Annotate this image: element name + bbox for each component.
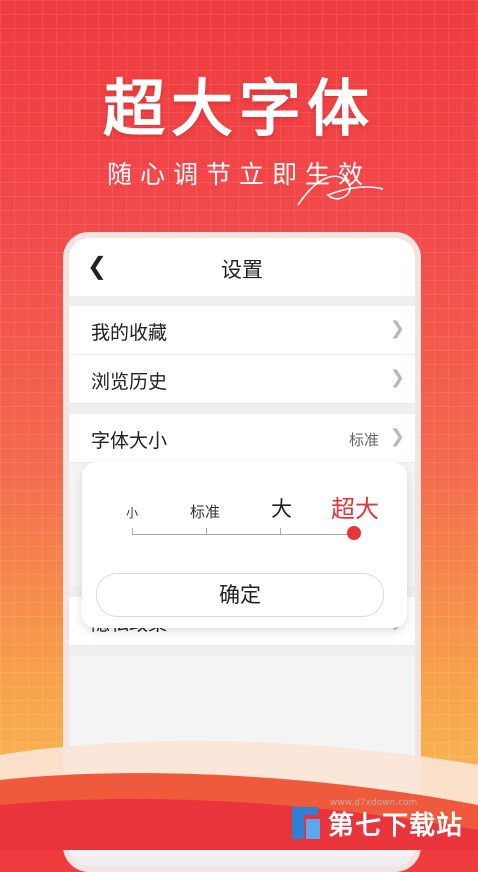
headline: 超大字体 <box>102 72 375 145</box>
slider-thumb[interactable] <box>347 526 361 540</box>
row-favorites[interactable]: 我的收藏 ❯ <box>69 306 415 355</box>
font-size-slider[interactable] <box>132 534 354 535</box>
row-label: 我的收藏 <box>91 322 168 344</box>
row-history[interactable]: 浏览历史 ❯ <box>69 355 415 404</box>
page-title: 设置 <box>221 258 263 282</box>
confirm-button[interactable]: 确定 <box>96 573 384 617</box>
watermark: www.d7xdown.com 第七下载站 <box>288 798 478 847</box>
chevron-right-icon: ❯ <box>389 318 405 339</box>
font-size-value: 标准 <box>348 431 379 449</box>
subline: 随心调节立即生效 <box>106 160 371 189</box>
slider-tick <box>280 528 281 534</box>
swash-decoration <box>297 175 384 206</box>
row-label: 浏览历史 <box>91 371 168 393</box>
slider-tick <box>132 528 133 534</box>
level-extra-large[interactable]: 超大 <box>331 489 379 524</box>
divider <box>69 646 415 656</box>
divider <box>69 296 415 306</box>
divider <box>69 404 415 414</box>
nav-bar: ❮ 设置 <box>69 238 415 296</box>
chevron-right-icon: ❯ <box>389 367 405 388</box>
chevron-right-icon: ❯ <box>389 426 405 447</box>
level-large[interactable]: 大 <box>271 493 292 523</box>
level-standard[interactable]: 标准 <box>190 501 220 522</box>
watermark-logo-icon <box>292 807 320 839</box>
slider-tick <box>206 528 207 534</box>
row-font-size[interactable]: 字体大小 标准 ❯ <box>69 414 415 463</box>
row-label: 字体大小 <box>91 430 168 452</box>
font-size-popup: 小 标准 大 超大 确定 <box>82 462 407 628</box>
level-small[interactable]: 小 <box>126 504 138 521</box>
watermark-text: 第七下载站 <box>328 811 464 841</box>
